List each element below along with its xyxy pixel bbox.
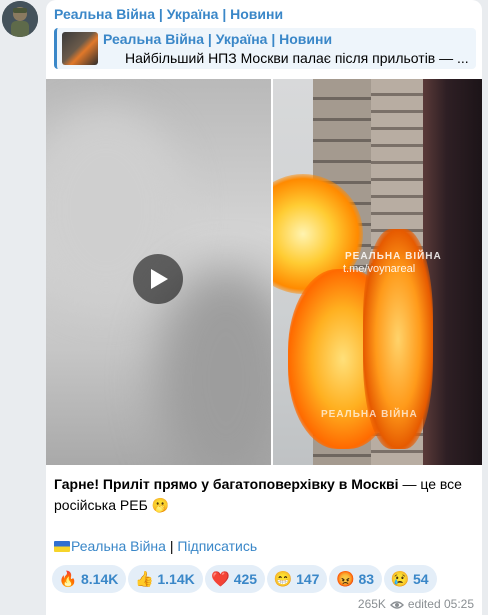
avatar-image [2, 1, 38, 37]
channel-name[interactable]: Реальна Війна | Україна | Новини [54, 6, 283, 22]
heart-icon: ❤️ [211, 571, 231, 588]
reaction-count: 425 [233, 571, 258, 587]
caption-bold: Гарне! Приліт прямо у багатоповерхівку в… [54, 476, 399, 492]
reaction-thumbs-up[interactable]: 👍 1.14K [128, 565, 203, 593]
thumbs-up-icon: 👍 [135, 571, 154, 588]
watermark-channel: РЕАЛЬНА ВІЙНА [345, 251, 442, 262]
reaction-count: 1.14K [157, 571, 195, 587]
message-meta: 265K edited 05:25 [358, 597, 474, 613]
reaction-count: 8.14K [81, 571, 119, 587]
reply-text: Найбільший НПЗ Москви палає після прильо… [125, 50, 469, 66]
ukraine-flag-icon [54, 541, 70, 552]
reactions-bar: 🔥 8.14K 👍 1.14K ❤️ 425 😁 147 😡 83 😢 54 [52, 565, 439, 593]
grin-icon: 😁 [273, 571, 293, 588]
reply-title: Реальна Війна | Україна | Новини [103, 31, 333, 47]
reaction-count: 83 [358, 571, 375, 587]
play-button[interactable] [133, 254, 183, 304]
video-media[interactable]: РЕАЛЬНА ВІЙНА t.me/voynareal РЕАЛЬНА ВІЙ… [46, 79, 482, 465]
eye-icon [389, 599, 404, 613]
subscribe-link[interactable]: Підписатись [177, 538, 257, 554]
reaction-count: 54 [413, 571, 429, 587]
reaction-sad[interactable]: 😢 54 [384, 565, 437, 593]
link-separator: | [165, 538, 178, 554]
video-frame-fire: РЕАЛЬНА ВІЙНА t.me/voynareal РЕАЛЬНА ВІЙ… [273, 79, 482, 465]
edited-label: edited [407, 597, 441, 611]
reaction-fire[interactable]: 🔥 8.14K [52, 565, 127, 593]
reaction-grin[interactable]: 😁 147 [267, 565, 328, 593]
view-count: 265K [357, 597, 386, 611]
reaction-angry[interactable]: 😡 83 [329, 565, 383, 593]
fire-icon: 🔥 [58, 571, 78, 588]
reaction-count: 147 [296, 571, 320, 587]
watermark-channel-bottom: РЕАЛЬНА ВІЙНА [321, 409, 418, 420]
play-icon [151, 269, 168, 289]
message-time: 05:25 [443, 597, 474, 611]
reply-thumbnail [62, 32, 98, 65]
channel-avatar[interactable] [2, 1, 38, 37]
channel-link[interactable]: Реальна Війна [71, 538, 166, 554]
sad-face-icon: 😢 [390, 571, 410, 588]
reaction-heart[interactable]: ❤️ 425 [204, 565, 266, 593]
channel-links: Реальна Війна | Підписатись [54, 538, 257, 554]
reply-quote[interactable]: Реальна Війна | Україна | Новини Найбіль… [54, 28, 476, 69]
message-bubble: Реальна Війна | Україна | Новини Реальна… [46, 0, 482, 615]
watermark-link: t.me/voynareal [343, 263, 416, 275]
message-caption: Гарне! Приліт прямо у багатоповерхівку в… [54, 474, 476, 516]
angry-face-icon: 😡 [336, 571, 355, 588]
